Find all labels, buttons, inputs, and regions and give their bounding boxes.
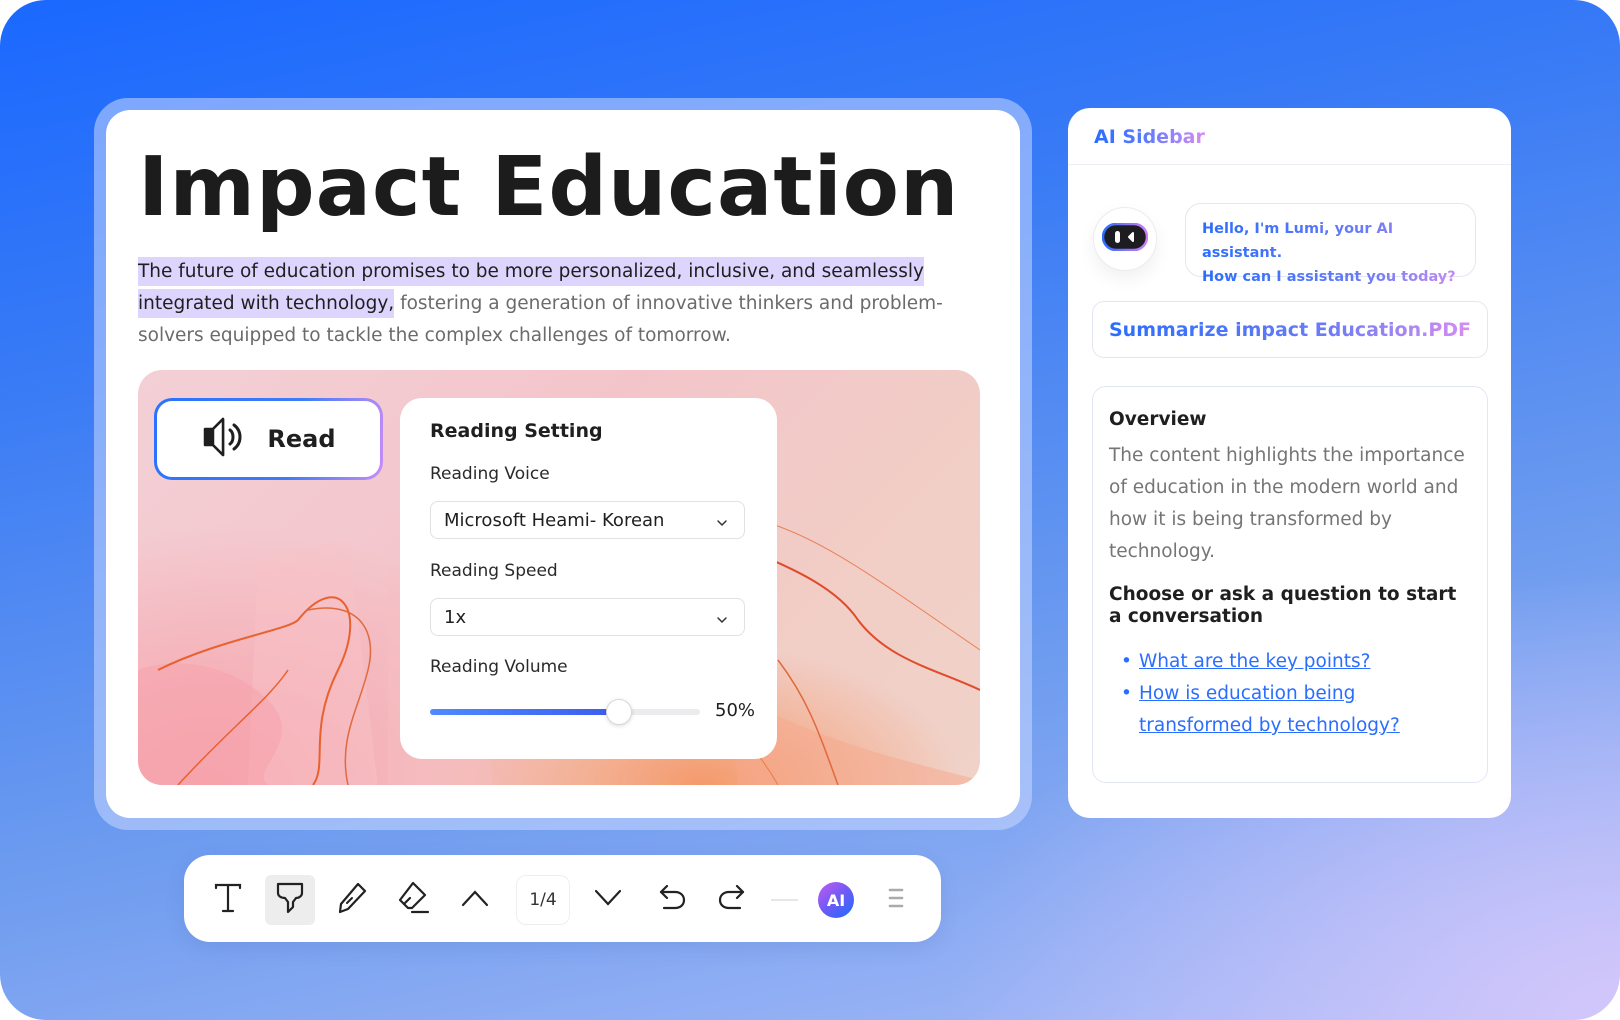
annotation-toolbar: 1/4 AI bbox=[184, 855, 941, 942]
read-button[interactable]: Read bbox=[154, 398, 383, 480]
summarize-button[interactable]: Summarize impact Education.PDF bbox=[1092, 301, 1488, 358]
reading-settings-panel: Reading Setting Reading Voice Microsoft … bbox=[400, 398, 777, 759]
chevron-up-icon bbox=[461, 889, 489, 912]
question-item: How is education being transformed by te… bbox=[1121, 678, 1471, 742]
text-tool-button[interactable] bbox=[203, 875, 253, 925]
assistant-greeting-bubble: Hello, I'm Lumi, your AI assistant. How … bbox=[1185, 203, 1476, 285]
chevron-down-icon bbox=[716, 611, 728, 629]
voice-select[interactable]: Microsoft Heami- Korean bbox=[430, 501, 745, 539]
read-button-label: Read bbox=[267, 425, 336, 453]
question-item: What are the key points? bbox=[1121, 646, 1471, 678]
ai-sidebar-title: AI Sidebar bbox=[1094, 126, 1205, 148]
speed-select[interactable]: 1x bbox=[430, 598, 745, 636]
speed-label: Reading Speed bbox=[430, 561, 558, 581]
page-indicator[interactable]: 1/4 bbox=[516, 875, 570, 925]
speed-value: 1x bbox=[444, 606, 467, 628]
next-page-button[interactable] bbox=[583, 875, 633, 925]
suggested-questions: What are the key points? How is educatio… bbox=[1109, 646, 1471, 742]
redo-icon bbox=[717, 883, 747, 918]
question-link[interactable]: How is education being transformed by te… bbox=[1139, 683, 1400, 736]
more-menu-button[interactable] bbox=[871, 875, 921, 925]
volume-slider-fill bbox=[430, 709, 619, 715]
highlighter-tool-button[interactable] bbox=[265, 875, 315, 925]
pen-tool-button[interactable] bbox=[327, 875, 377, 925]
volume-slider-thumb[interactable] bbox=[606, 699, 632, 725]
highlighter-icon bbox=[275, 881, 305, 920]
volume-label: Reading Volume bbox=[430, 657, 568, 677]
chevron-down-icon bbox=[594, 889, 622, 912]
chevron-down-icon bbox=[716, 514, 728, 532]
robot-face-icon bbox=[1101, 222, 1149, 256]
speaker-icon bbox=[201, 416, 247, 463]
summarize-label: Summarize impact Education.PDF bbox=[1109, 318, 1472, 341]
question-link[interactable]: What are the key points? bbox=[1139, 651, 1370, 672]
volume-slider[interactable] bbox=[430, 699, 700, 725]
undo-button[interactable] bbox=[647, 875, 697, 925]
overview-body: The content highlights the importance of… bbox=[1109, 445, 1465, 562]
document-body[interactable]: The future of education promises to be m… bbox=[138, 256, 968, 352]
menu-icon bbox=[888, 887, 904, 914]
overview-title: Overview bbox=[1109, 409, 1207, 430]
volume-value: 50% bbox=[715, 700, 756, 721]
undo-icon bbox=[657, 883, 687, 918]
assistant-avatar bbox=[1093, 207, 1157, 271]
pencil-icon bbox=[336, 881, 368, 920]
eraser-icon bbox=[396, 881, 430, 920]
document-title: Impact Education bbox=[138, 140, 960, 235]
greeting-line-1: Hello, I'm Lumi, your AI assistant. bbox=[1202, 217, 1475, 265]
overview-card: Overview The content highlights the impo… bbox=[1092, 386, 1488, 783]
text-icon bbox=[213, 882, 243, 919]
redo-button[interactable] bbox=[707, 875, 757, 925]
divider bbox=[1068, 164, 1511, 165]
eraser-tool-button[interactable] bbox=[388, 875, 438, 925]
voice-label: Reading Voice bbox=[430, 464, 550, 484]
ai-sidebar: AI Sidebar Hello, I'm Lumi, your AI assi… bbox=[1068, 108, 1511, 818]
voice-value: Microsoft Heami- Korean bbox=[444, 509, 665, 531]
previous-page-button[interactable] bbox=[450, 875, 500, 925]
settings-title: Reading Setting bbox=[430, 420, 603, 442]
toolbar-separator bbox=[771, 899, 798, 901]
ai-assistant-button[interactable]: AI bbox=[818, 882, 854, 918]
question-prompt: Choose or ask a question to start a conv… bbox=[1109, 584, 1457, 627]
background: Impact Education The future of education… bbox=[0, 0, 1620, 1020]
greeting-line-2: How can I assistant you today? bbox=[1202, 265, 1475, 289]
